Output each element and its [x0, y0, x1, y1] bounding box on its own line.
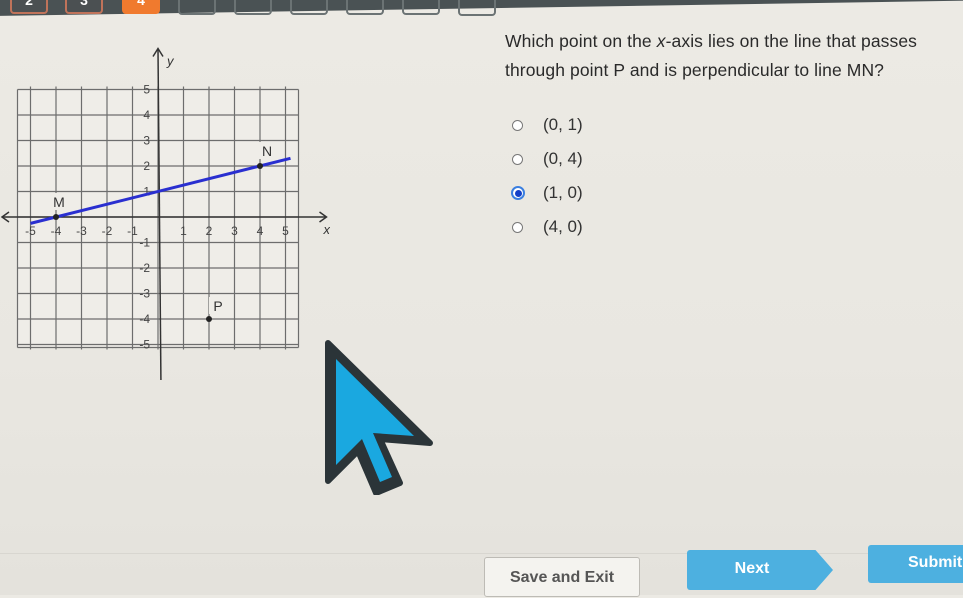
point-m	[53, 214, 59, 220]
question-tab-3[interactable]: 3	[65, 0, 103, 15]
y-tick-label: 2	[143, 159, 150, 173]
submit-button[interactable]: Submit	[868, 545, 963, 583]
x-tick-label: -2	[102, 224, 113, 238]
graph-svg: xy-5 -4 -3 -2 -1 1 2 3 4 554321-1-2-3-4-5MNP	[0, 47, 331, 392]
mouse-cursor-icon	[318, 335, 438, 496]
question-part1: Which point on the	[505, 31, 657, 51]
y-axis-label: y	[166, 54, 175, 69]
x-tick-label: -1	[127, 224, 138, 238]
next-button-label: Next	[734, 560, 770, 577]
question-tab-blank-6[interactable]	[346, 0, 384, 16]
radio-button[interactable]	[512, 153, 523, 165]
point-label-n: N	[262, 143, 272, 159]
option-label: (0, 4)	[543, 149, 583, 168]
x-tick-label: 4	[257, 224, 264, 238]
radio-button[interactable]	[512, 221, 523, 233]
x-tick-label: 2	[206, 224, 213, 238]
point-p	[206, 316, 212, 322]
question-tab-blank-3[interactable]	[178, 0, 216, 15]
y-tick-label: -5	[139, 338, 150, 352]
point-n	[257, 163, 263, 169]
option-label: (0, 1)	[543, 115, 583, 134]
question-tab-4[interactable]: 4	[122, 0, 160, 15]
question-tab-blank-8[interactable]	[458, 0, 496, 16]
question-tab-blank-7[interactable]	[402, 0, 440, 16]
x-tick-label: -5	[25, 224, 36, 238]
radio-button-selected[interactable]	[511, 186, 525, 200]
option-0[interactable]: (0, 1)	[512, 108, 583, 142]
answer-options: (0, 1) (0, 4) (1, 0) (4, 0)	[511, 108, 583, 244]
coordinate-graph: x y -5 -4 -3 -2 -1 1 2 3 4 5 5 4 3 2 1 -1 -2 -3 -4 -5 M N P	[0, 40, 331, 392]
save-and-exit-button[interactable]: Save and Exit	[484, 557, 640, 597]
point-label-p: P	[213, 298, 222, 314]
question-tab-blank-4[interactable]	[234, 0, 272, 15]
y-tick-label: -2	[139, 261, 150, 275]
point-label-m: M	[53, 194, 65, 210]
y-tick-label: -1	[139, 236, 150, 250]
question-text: Which point on the x-axis lies on the li…	[505, 27, 963, 85]
option-label: (4, 0)	[543, 217, 583, 236]
option-2[interactable]: (1, 0)	[511, 176, 583, 210]
question-tab-2[interactable]: 2	[10, 0, 48, 14]
question-tab-blank-5[interactable]	[290, 0, 328, 15]
option-3[interactable]: (4, 0)	[512, 210, 583, 244]
option-label: (1, 0)	[543, 183, 583, 202]
y-tick-label: -4	[139, 312, 150, 326]
y-tick-label: 4	[143, 108, 150, 122]
y-tick-label: -3	[139, 287, 150, 301]
x-tick-label: -3	[76, 224, 87, 238]
radio-button[interactable]	[512, 119, 523, 131]
option-1[interactable]: (0, 4)	[512, 142, 583, 176]
x-axis-label: x	[323, 222, 331, 237]
x-tick-label: 5	[282, 224, 289, 238]
y-tick-label: 5	[143, 83, 150, 97]
next-button[interactable]: Next	[687, 550, 833, 590]
x-tick-label: 3	[231, 224, 238, 238]
y-tick-label: 3	[143, 134, 150, 148]
x-tick-label: 1	[180, 224, 187, 238]
question-variable: x	[656, 31, 666, 51]
x-tick-label: -4	[51, 224, 62, 238]
